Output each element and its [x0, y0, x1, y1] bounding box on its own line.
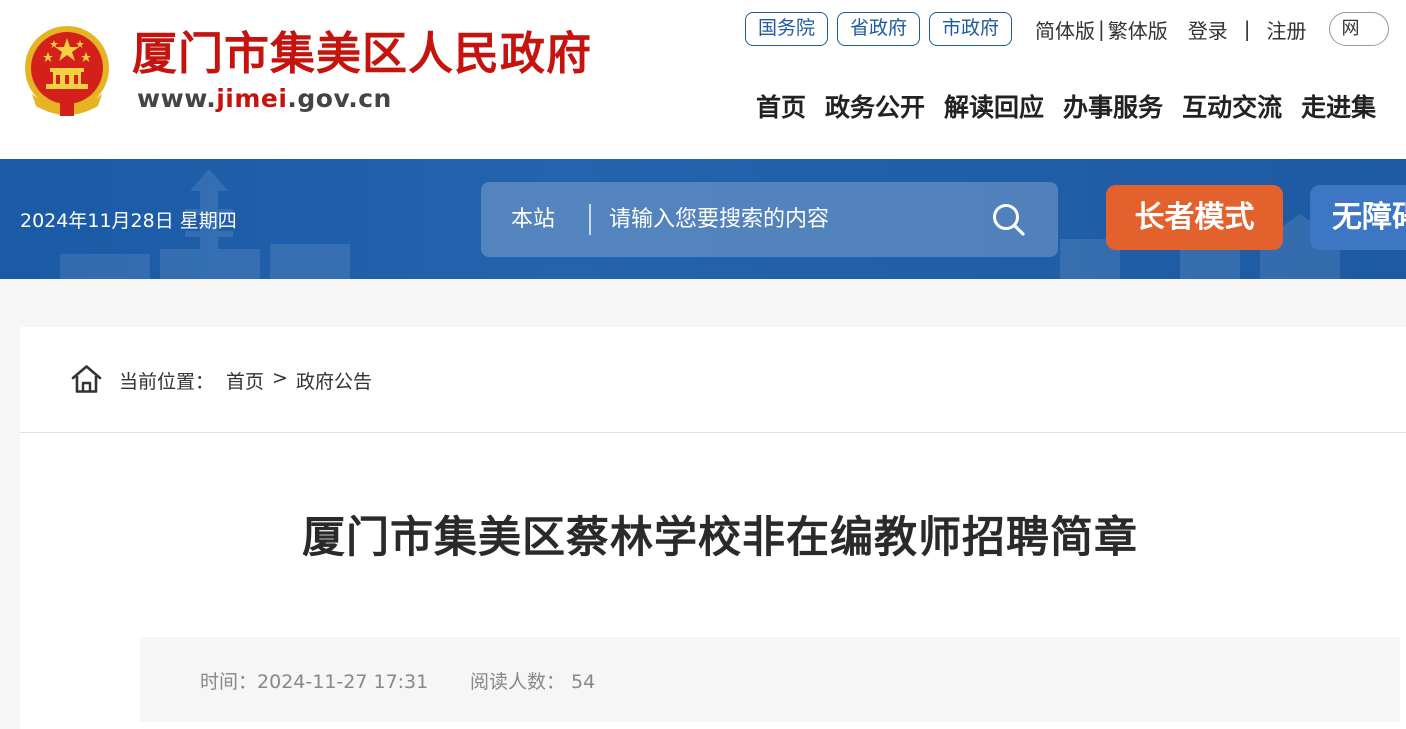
- breadcrumb-label: 当前位置：: [119, 371, 215, 393]
- breadcrumb-trail: 当前位置： 首页 > 政府公告: [119, 367, 372, 394]
- domain-prefix: www.: [137, 84, 217, 113]
- article-title: 厦门市集美区蔡林学校非在编教师招聘简章: [302, 513, 1138, 563]
- read-count: 阅读人数： 54: [470, 667, 595, 694]
- publish-time: 时间：2024-11-27 17:31: [200, 667, 428, 694]
- nav-about-jimei[interactable]: 走进集: [1301, 88, 1376, 128]
- site-map-pill[interactable]: 网: [1328, 12, 1389, 46]
- link-provincial-gov[interactable]: 省政府: [837, 12, 921, 46]
- login-link[interactable]: 登录: [1188, 15, 1228, 44]
- breadcrumb-current-link[interactable]: 政府公告: [296, 367, 372, 394]
- nav-gov-affairs[interactable]: 政务公开: [825, 88, 925, 128]
- reads-label: 阅读人数：: [470, 671, 566, 693]
- site-title[interactable]: 厦门市集美区人民政府: [132, 24, 592, 84]
- lang-simplified-link[interactable]: 简体版: [1035, 15, 1095, 44]
- article-meta: 时间：2024-11-27 17:31 阅读人数： 54: [140, 637, 1400, 722]
- register-link[interactable]: 注册: [1267, 15, 1307, 44]
- search-box: 本站: [481, 182, 1058, 257]
- link-state-council[interactable]: 国务院: [745, 12, 829, 46]
- current-date: 2024年11月28日 星期四: [20, 210, 237, 232]
- reads-value: 54: [571, 671, 596, 693]
- home-icon: [71, 365, 102, 393]
- search-scope-select[interactable]: 本站: [511, 182, 555, 257]
- nav-interpretation[interactable]: 解读回应: [944, 88, 1044, 128]
- elder-mode-button[interactable]: 长者模式: [1106, 185, 1283, 250]
- nav-home[interactable]: 首页: [756, 88, 806, 128]
- domain-suffix: .gov.cn: [287, 84, 392, 113]
- time-label: 时间：: [200, 671, 258, 693]
- banner: 2024年11月28日 星期四 本站 长者模式 无障碍: [0, 159, 1406, 279]
- search-divider: [589, 204, 591, 235]
- search-icon[interactable]: [991, 202, 1027, 238]
- article-panel: 当前位置： 首页 > 政府公告 厦门市集美区蔡林学校非在编教师招聘简章 时间：2…: [20, 327, 1406, 729]
- top-links: 国务院 省政府 市政府 简体版 | 繁体版 登录 | 注册 网: [745, 12, 1389, 46]
- auth-separator: |: [1243, 17, 1251, 41]
- accessibility-button[interactable]: 无障碍: [1310, 185, 1406, 250]
- nav-services[interactable]: 办事服务: [1063, 88, 1163, 128]
- time-value: 2024-11-27 17:31: [257, 671, 429, 693]
- site-header: 厦门市集美区人民政府 www.jimei.gov.cn 国务院 省政府 市政府 …: [0, 0, 1406, 159]
- domain-highlight: jimei: [216, 84, 288, 113]
- search-input[interactable]: [609, 182, 979, 257]
- site-domain: www.jimei.gov.cn: [137, 84, 392, 113]
- breadcrumb: 当前位置： 首页 > 政府公告: [20, 327, 1406, 433]
- lang-separator: |: [1098, 17, 1105, 41]
- link-municipal-gov[interactable]: 市政府: [929, 12, 1013, 46]
- nav-interaction[interactable]: 互动交流: [1182, 88, 1282, 128]
- national-emblem-icon[interactable]: [22, 24, 112, 118]
- lang-traditional-link[interactable]: 繁体版: [1108, 15, 1168, 44]
- breadcrumb-arrow: >: [272, 367, 288, 389]
- breadcrumb-home-link[interactable]: 首页: [226, 367, 264, 394]
- main-nav: 首页 政务公开 解读回应 办事服务 互动交流 走进集: [756, 88, 1395, 128]
